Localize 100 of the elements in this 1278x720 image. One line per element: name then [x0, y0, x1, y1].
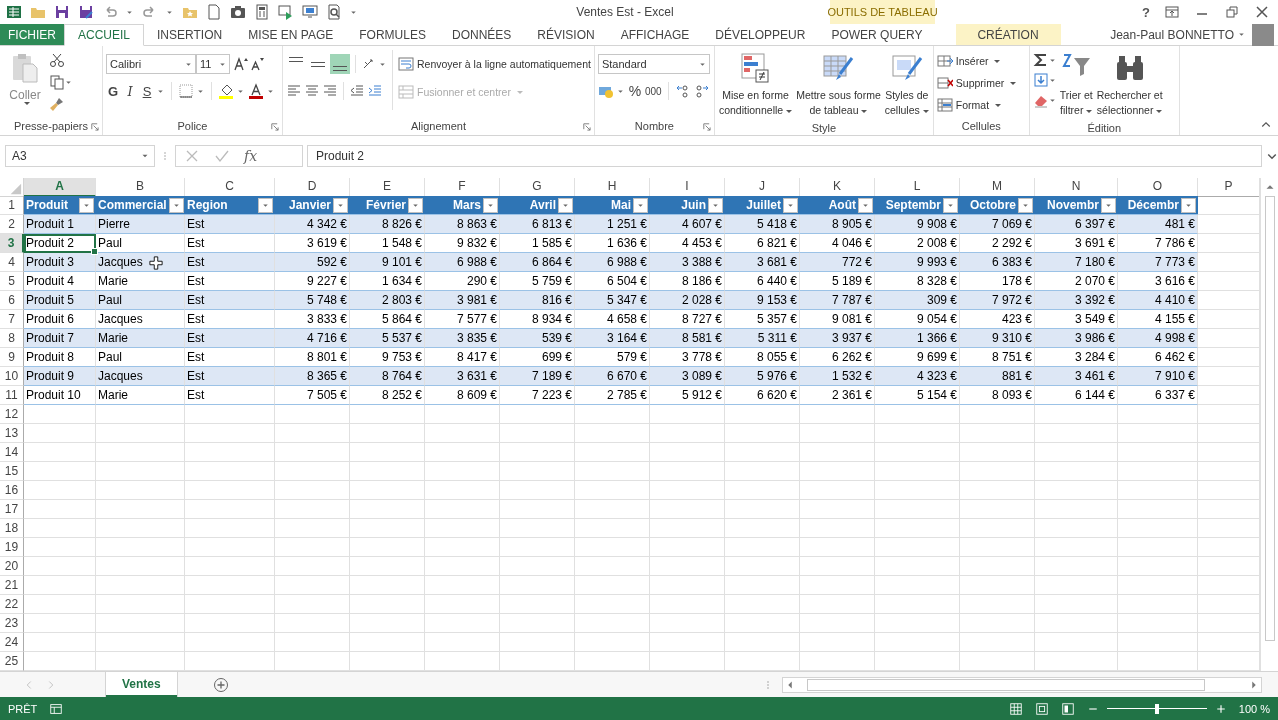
wrap-text-button[interactable]: Renvoyer à la ligne automatiquement: [398, 54, 591, 74]
table-cell[interactable]: 6 670 €: [575, 367, 650, 386]
scrollbar-thumb[interactable]: [1264, 196, 1275, 641]
empty-cell[interactable]: [575, 519, 650, 538]
empty-cell[interactable]: [275, 538, 350, 557]
table-cell[interactable]: Est: [185, 386, 275, 405]
empty-cell[interactable]: [875, 405, 960, 424]
empty-cell[interactable]: [24, 500, 96, 519]
table-cell[interactable]: 8 764 €: [350, 367, 425, 386]
empty-cell[interactable]: [96, 481, 185, 500]
table-cell[interactable]: 6 383 €: [960, 253, 1035, 272]
table-cell[interactable]: 2 785 €: [575, 386, 650, 405]
empty-cell[interactable]: [24, 538, 96, 557]
bold-button[interactable]: G: [106, 83, 120, 99]
empty-cell[interactable]: [275, 424, 350, 443]
table-cell[interactable]: 3 631 €: [425, 367, 500, 386]
empty-cell[interactable]: [725, 462, 800, 481]
filter-button[interactable]: [783, 197, 798, 213]
empty-cell[interactable]: [425, 633, 500, 652]
empty-cell[interactable]: [725, 443, 800, 462]
empty-cell[interactable]: [96, 519, 185, 538]
empty-cell[interactable]: [24, 462, 96, 481]
empty-cell[interactable]: [500, 481, 575, 500]
close-icon[interactable]: [1254, 4, 1270, 20]
table-cell[interactable]: 9 153 €: [725, 291, 800, 310]
empty-cell[interactable]: [1118, 405, 1198, 424]
empty-cell[interactable]: [1198, 519, 1260, 538]
empty-cell[interactable]: [960, 576, 1035, 595]
table-cell[interactable]: 4 323 €: [875, 367, 960, 386]
empty-cell[interactable]: [1198, 500, 1260, 519]
empty-cell[interactable]: [425, 519, 500, 538]
macro-record-icon[interactable]: [49, 701, 64, 716]
border-icon[interactable]: [178, 83, 194, 99]
filter-button[interactable]: [483, 197, 498, 213]
ribbon-tab[interactable]: RÉVISION: [524, 24, 608, 45]
table-cell[interactable]: 5 347 €: [575, 291, 650, 310]
empty-cell[interactable]: [575, 500, 650, 519]
empty-cell[interactable]: [800, 443, 875, 462]
filter-button[interactable]: [858, 197, 873, 213]
empty-cell[interactable]: [875, 557, 960, 576]
empty-cell[interactable]: [575, 462, 650, 481]
empty-cell[interactable]: [425, 576, 500, 595]
empty-cell[interactable]: [425, 462, 500, 481]
empty-cell[interactable]: [1198, 310, 1260, 329]
user-account-button[interactable]: Jean-Paul BONNETTO: [1110, 24, 1252, 45]
empty-cell[interactable]: [800, 614, 875, 633]
empty-cell[interactable]: [275, 405, 350, 424]
ribbon-tab[interactable]: FORMULES: [346, 24, 439, 45]
empty-cell[interactable]: [650, 576, 725, 595]
empty-cell[interactable]: [800, 405, 875, 424]
copy-icon[interactable]: [49, 74, 65, 90]
empty-cell[interactable]: [575, 481, 650, 500]
fill-color-icon[interactable]: [218, 83, 234, 99]
table-cell[interactable]: 4 716 €: [275, 329, 350, 348]
empty-cell[interactable]: [800, 538, 875, 557]
increase-decimal-icon[interactable]: [674, 83, 691, 99]
table-cell[interactable]: 1 366 €: [875, 329, 960, 348]
empty-cell[interactable]: [500, 557, 575, 576]
empty-cell[interactable]: [425, 481, 500, 500]
empty-cell[interactable]: [350, 557, 425, 576]
document-icon[interactable]: [206, 4, 222, 20]
empty-cell[interactable]: [185, 538, 275, 557]
empty-cell[interactable]: [24, 557, 96, 576]
table-cell[interactable]: 3 937 €: [800, 329, 875, 348]
empty-cell[interactable]: [800, 424, 875, 443]
empty-cell[interactable]: [96, 557, 185, 576]
empty-cell[interactable]: [725, 424, 800, 443]
table-cell[interactable]: Produit 2: [24, 234, 96, 253]
ribbon-tab[interactable]: INSERTION: [144, 24, 236, 45]
empty-cell[interactable]: [185, 614, 275, 633]
empty-cell[interactable]: [960, 633, 1035, 652]
table-cell[interactable]: 7 972 €: [960, 291, 1035, 310]
empty-cell[interactable]: [500, 633, 575, 652]
table-cell[interactable]: 816 €: [500, 291, 575, 310]
table-cell[interactable]: Est: [185, 253, 275, 272]
table-cell[interactable]: 772 €: [800, 253, 875, 272]
empty-cell[interactable]: [96, 614, 185, 633]
empty-cell[interactable]: [350, 462, 425, 481]
row-number[interactable]: 11: [0, 386, 24, 405]
empty-cell[interactable]: [275, 481, 350, 500]
dialog-launcher-icon[interactable]: [581, 122, 591, 131]
empty-cell[interactable]: [1198, 234, 1260, 253]
table-cell[interactable]: 6 397 €: [1035, 215, 1118, 234]
table-cell[interactable]: 7 180 €: [1035, 253, 1118, 272]
row-number[interactable]: 5: [0, 272, 24, 291]
filter-button[interactable]: [558, 197, 573, 213]
empty-cell[interactable]: [875, 614, 960, 633]
ribbon-button[interactable]: Styles de cellules: [883, 50, 930, 120]
table-cell[interactable]: 4 342 €: [275, 215, 350, 234]
empty-cell[interactable]: [1198, 348, 1260, 367]
empty-cell[interactable]: [800, 519, 875, 538]
table-cell[interactable]: 8 609 €: [425, 386, 500, 405]
empty-cell[interactable]: [500, 500, 575, 519]
table-cell[interactable]: 3 835 €: [425, 329, 500, 348]
insert-button[interactable]: Insérer: [936, 52, 1001, 70]
table-cell[interactable]: 6 144 €: [1035, 386, 1118, 405]
row-number[interactable]: 16: [0, 481, 24, 500]
empty-cell[interactable]: [1198, 424, 1260, 443]
empty-cell[interactable]: [1198, 443, 1260, 462]
calculator-icon[interactable]: [254, 4, 270, 20]
